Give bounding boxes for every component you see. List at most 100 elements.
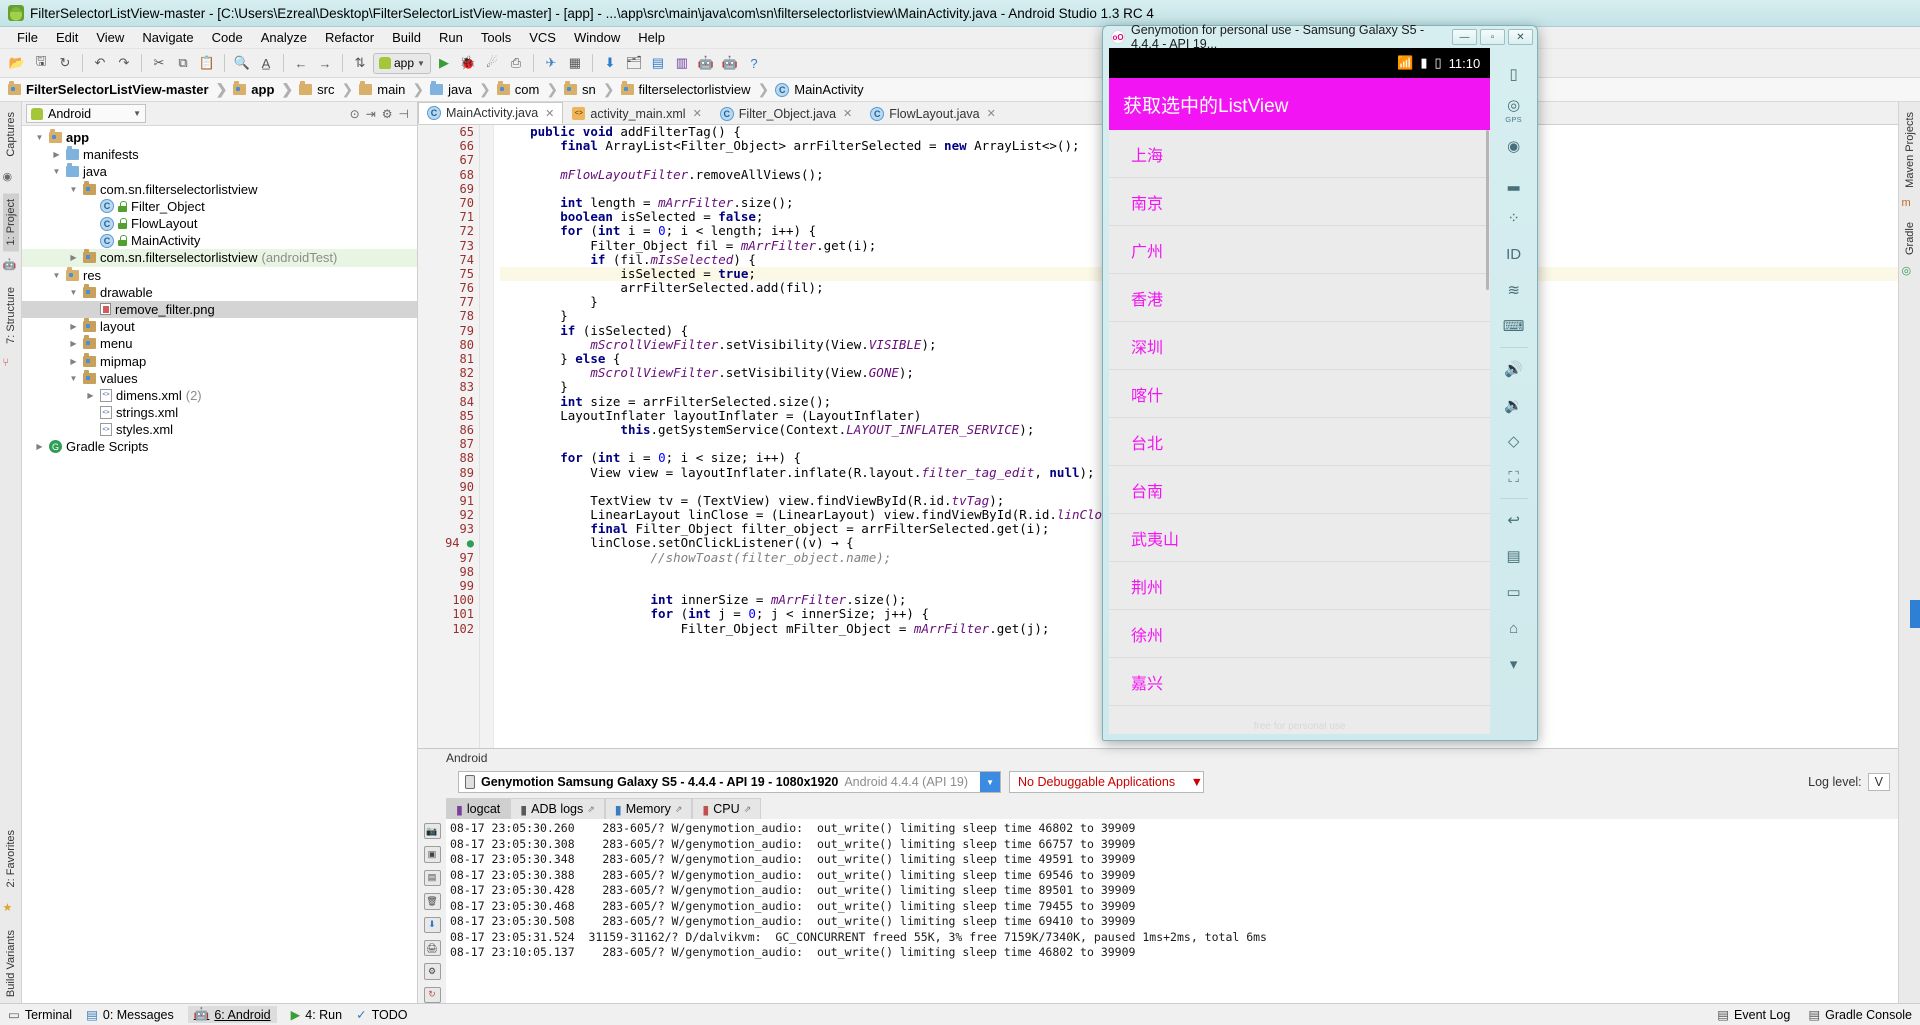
volume-up-icon[interactable]: 🔊 <box>1495 351 1533 387</box>
twisty-icon[interactable]: ▶ <box>68 339 79 348</box>
logcat-tab[interactable]: ▮ ADB logs ⇗ <box>510 798 605 819</box>
rail-tab-maven-projects[interactable]: Maven Projects <box>1902 106 1918 194</box>
attach-debugger-icon[interactable]: ⎙ <box>505 52 527 74</box>
avd-manager-icon[interactable]: ✈ <box>540 52 562 74</box>
print-icon[interactable]: 🖨 <box>423 939 441 957</box>
star-icon[interactable]: ★ <box>3 901 19 917</box>
menu-run[interactable]: Run <box>430 28 472 47</box>
debuggable-process-selector[interactable]: No Debuggable Applications ▼ <box>1009 771 1205 793</box>
volume-down-icon[interactable]: 🔉 <box>1495 387 1533 423</box>
paste-icon[interactable]: 📋 <box>196 52 218 74</box>
hide-icon[interactable]: ⊣ <box>399 107 409 121</box>
tree-node[interactable]: <> strings.xml <box>22 404 417 421</box>
tree-node[interactable]: ▶ menu <box>22 335 417 352</box>
chevron-down-icon[interactable]: ▼ <box>980 772 1001 792</box>
keyboard-icon[interactable]: ⌨ <box>1495 308 1533 344</box>
locate-icon[interactable]: ⊙ <box>350 107 360 121</box>
close-button[interactable]: ✕ <box>1508 29 1533 45</box>
breadcrumb-item-app[interactable]: app ❯ <box>233 81 299 98</box>
editor-tab[interactable]: C MainActivity.java ✕ <box>418 102 564 124</box>
tree-node[interactable]: ▼ java <box>22 163 417 180</box>
tree-node[interactable]: ▼ values <box>22 369 417 387</box>
list-item[interactable]: 深圳 <box>1109 322 1491 370</box>
status-android[interactable]: 🤖 6: Android <box>187 1006 277 1023</box>
fullscreen-icon[interactable]: ⛶ <box>1495 459 1533 495</box>
tree-node[interactable]: ▶ com.sn.filterselectorlistview (androidTe… <box>22 249 417 267</box>
twisty-icon[interactable]: ▶ <box>85 391 96 400</box>
breadcrumb-item-filterselectorlistview[interactable]: filterselectorlistview ❯ <box>620 81 776 98</box>
menu-refactor[interactable]: Refactor <box>316 28 383 47</box>
project-structure-icon[interactable]: ▤ <box>647 52 669 74</box>
list-item[interactable]: 台北 <box>1109 418 1491 466</box>
detach-icon[interactable]: ⇗ <box>744 804 752 815</box>
breadcrumb-item-main[interactable]: main ❯ <box>359 81 430 98</box>
run-icon[interactable]: ▶ <box>433 52 455 74</box>
recents-icon[interactable]: ▤ <box>1495 538 1533 574</box>
detach-icon[interactable]: ⇗ <box>675 804 683 815</box>
twisty-icon[interactable]: ▼ <box>51 167 62 176</box>
clear-logcat-icon[interactable]: 🗑 <box>423 893 441 910</box>
filter-icon[interactable]: ⚙ <box>423 963 441 980</box>
tree-node[interactable]: remove_filter.png <box>22 300 417 319</box>
menu-navigate[interactable]: Navigate <box>133 28 202 47</box>
genymotion-window[interactable]: oO Genymotion for personal use - Samsung… <box>1102 23 1538 741</box>
maximize-button[interactable]: ▫ <box>1480 29 1505 45</box>
scrollbar[interactable] <box>1486 130 1490 290</box>
android-device-monitor-icon[interactable]: 🤖 <box>695 52 717 74</box>
scroll-down-icon[interactable]: ▾ <box>1495 646 1533 682</box>
twisty-icon[interactable]: ▼ <box>68 288 79 297</box>
status-event-log[interactable]: ▤ Event Log <box>1717 1007 1790 1023</box>
scroll-to-end-icon[interactable]: ⬇ <box>423 916 441 933</box>
breadcrumb-item-src[interactable]: src ❯ <box>299 81 359 98</box>
save-icon[interactable]: 🖫 <box>30 52 52 74</box>
back-icon[interactable]: ↩ <box>1495 502 1533 538</box>
gradle-icon[interactable]: ◎ <box>1902 264 1918 280</box>
status-gradle-console[interactable]: ▤ Gradle Console <box>1808 1007 1912 1023</box>
cut-icon[interactable]: ✂ <box>148 52 170 74</box>
menu-file[interactable]: File <box>8 28 47 47</box>
tree-node[interactable]: C MainActivity <box>22 232 417 249</box>
help-icon[interactable]: ? <box>743 52 765 74</box>
close-icon[interactable]: ✕ <box>693 107 702 120</box>
open-icon[interactable]: 📂 <box>6 52 28 74</box>
tree-node[interactable]: ▶ <> dimens.xml (2) <box>22 387 417 404</box>
status-messages[interactable]: ▤ 0: Messages <box>86 1007 174 1023</box>
logcat-tab[interactable]: ▮ logcat <box>446 798 511 819</box>
editor-tab[interactable]: C Filter_Object.java ✕ <box>711 102 861 124</box>
structure-icon[interactable]: ⑂ <box>3 357 19 373</box>
layout-inspector-icon[interactable]: ▤ <box>423 869 441 887</box>
replace-icon[interactable]: A̲ <box>255 52 277 74</box>
menu-vcs[interactable]: VCS <box>520 28 565 47</box>
list-item[interactable]: 香港 <box>1109 274 1491 322</box>
chevron-down-icon[interactable]: ▼ <box>1191 775 1203 789</box>
tree-node[interactable]: C FlowLayout <box>22 215 417 232</box>
twisty-icon[interactable]: ▼ <box>34 133 45 142</box>
breadcrumb-item-sn[interactable]: sn ❯ <box>564 81 620 98</box>
rail-tab-build-variants[interactable]: Build Variants <box>3 924 19 1003</box>
coverage-icon[interactable]: ☄ <box>481 52 503 74</box>
list-item[interactable]: 台南 <box>1109 466 1491 514</box>
device-screen[interactable]: 📶 ▮ ▯ 11:10 获取选中的ListView 上海 南京 广州 香港 深圳 喀什 台北… <box>1109 48 1491 734</box>
breadcrumb-item-java[interactable]: java ❯ <box>430 81 497 98</box>
list-item[interactable]: 荆州 <box>1109 562 1491 610</box>
twisty-icon[interactable]: ▼ <box>68 374 79 383</box>
log-level-value[interactable]: V <box>1867 773 1890 791</box>
sync-icon[interactable]: ↻ <box>54 52 76 74</box>
listview[interactable]: 上海 南京 广州 香港 深圳 喀什 台北 台南 武夷山 荆州 徐州 嘉兴 free for perso… <box>1109 130 1491 734</box>
status-todo[interactable]: ✓ TODO <box>356 1007 407 1023</box>
logcat-tab[interactable]: ▮ Memory ⇗ <box>604 798 693 819</box>
project-tree[interactable]: ▼ app ▶ manifests ▼ java ▼ com.sn.filterselecto… <box>22 126 417 1003</box>
status-terminal[interactable]: ▭ Terminal <box>8 1007 72 1023</box>
back-nav-icon[interactable]: ← <box>290 52 312 74</box>
list-item[interactable]: 嘉兴 <box>1109 658 1491 706</box>
menu-edit[interactable]: Edit <box>47 28 87 47</box>
tree-node[interactable]: ▼ drawable <box>22 283 417 301</box>
captures-icon[interactable]: ◉ <box>3 170 19 186</box>
rail-tab-project[interactable]: 1: Project <box>2 192 19 252</box>
maven-icon[interactable]: m <box>1902 197 1918 213</box>
tree-node[interactable]: ▶ layout <box>22 318 417 335</box>
close-icon[interactable]: ✕ <box>843 107 852 120</box>
menu-tools[interactable]: Tools <box>472 28 520 47</box>
code-fold-column[interactable] <box>480 125 494 748</box>
list-item[interactable]: 徐州 <box>1109 610 1491 658</box>
